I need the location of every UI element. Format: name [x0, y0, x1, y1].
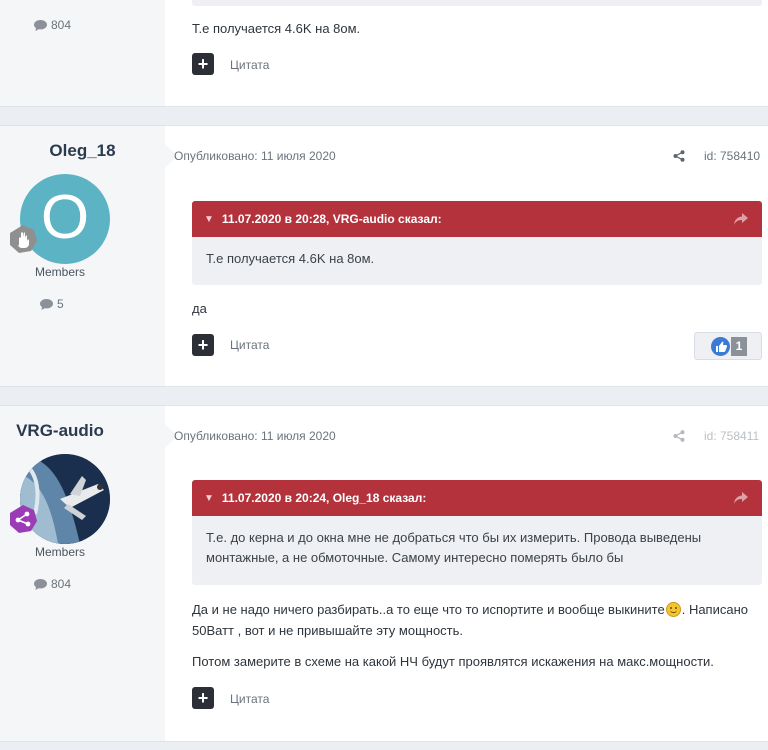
post-id[interactable]: id: 758410 — [704, 149, 760, 163]
post-text-paragraph: Да и не надо ничего разбирать..а то еще … — [192, 599, 762, 641]
post-content — [165, 0, 768, 106]
post-author-panel — [0, 0, 165, 106]
quote-button[interactable]: Цитата — [230, 692, 269, 706]
member-group: Members — [34, 545, 85, 559]
rank-badge-icon — [10, 505, 37, 533]
chevron-down-icon: ▼ — [204, 213, 214, 225]
post-oleg: Oleg_18 O Members 5 Опубликовано: 11 июл… — [0, 125, 768, 387]
forward-arrow-icon[interactable] — [734, 213, 748, 225]
post-text-line: да — [192, 301, 207, 316]
author-name[interactable]: VRG-audio — [0, 421, 120, 441]
quote-header[interactable]: ▼ 11.07.2020 в 20:24, Oleg_18 сказал: — [192, 480, 762, 516]
chevron-down-icon: ▼ — [204, 492, 214, 504]
post-text-line: Потом замерите в схеме на какой НЧ будут… — [192, 654, 714, 669]
share-icon[interactable] — [673, 150, 685, 162]
multiquote-button[interactable]: + — [192, 53, 214, 75]
quote-block: ▼ 11.07.2020 в 20:24, Oleg_18 сказал: Т.… — [192, 480, 762, 585]
author-name[interactable]: Oleg_18 — [0, 141, 165, 161]
published-date[interactable]: Опубликовано: 11 июля 2020 — [174, 429, 336, 443]
post-previous: 804 Т.е получается 4.6K на 8ом. + Цитата — [0, 0, 768, 107]
post-author-panel — [0, 406, 165, 741]
forward-arrow-icon[interactable] — [734, 492, 748, 504]
reaction-button[interactable]: 1 — [694, 332, 762, 360]
share-icon[interactable] — [673, 430, 685, 442]
quote-citation: 11.07.2020 в 20:28, VRG-audio сказал: — [221, 212, 442, 226]
quote-header[interactable]: ▼ 11.07.2020 в 20:28, VRG-audio сказал: — [192, 201, 762, 237]
post-count[interactable]: 804 — [34, 18, 71, 32]
quote-citation: 11.07.2020 в 20:24, Oleg_18 сказал: — [221, 491, 427, 505]
comment-icon — [34, 578, 47, 590]
post-count-value: 5 — [57, 297, 64, 311]
post-count-value: 804 — [51, 577, 72, 591]
post-vrg-audio: VRG-audio Members 804 Опубликовано: 11 и… — [0, 405, 768, 742]
quote-button[interactable]: Цитата — [230, 58, 269, 72]
quote-button[interactable]: Цитата — [230, 338, 269, 352]
post-id[interactable]: id: 758411 — [704, 429, 759, 443]
comment-icon — [40, 298, 53, 310]
multiquote-button[interactable]: + — [192, 687, 214, 709]
post-count[interactable]: 804 — [34, 577, 71, 591]
comment-icon — [34, 19, 47, 31]
quote-block: ▼ 11.07.2020 в 20:28, VRG-audio сказал: … — [192, 201, 762, 285]
quote-text: Т.е получается 4.6K на 8ом. — [206, 251, 375, 266]
post-text-part: Да и не надо ничего разбирать..а то еще … — [192, 602, 665, 617]
quote-text: Т.е. до керна и до окна мне не добраться… — [206, 530, 702, 565]
post-count-value: 804 — [51, 18, 72, 32]
rank-badge-icon — [10, 225, 37, 253]
published-date[interactable]: Опубликовано: 11 июля 2020 — [174, 149, 336, 163]
post-text-line: Т.е получается 4.6K на 8ом. — [192, 21, 361, 36]
member-group: Members — [34, 265, 85, 279]
reaction-count: 1 — [731, 337, 747, 356]
smiley-icon — [665, 602, 681, 617]
multiquote-button[interactable]: + — [192, 334, 214, 356]
post-count[interactable]: 5 — [40, 297, 64, 311]
like-icon — [711, 337, 730, 356]
quote-block-bottom — [192, 0, 762, 6]
